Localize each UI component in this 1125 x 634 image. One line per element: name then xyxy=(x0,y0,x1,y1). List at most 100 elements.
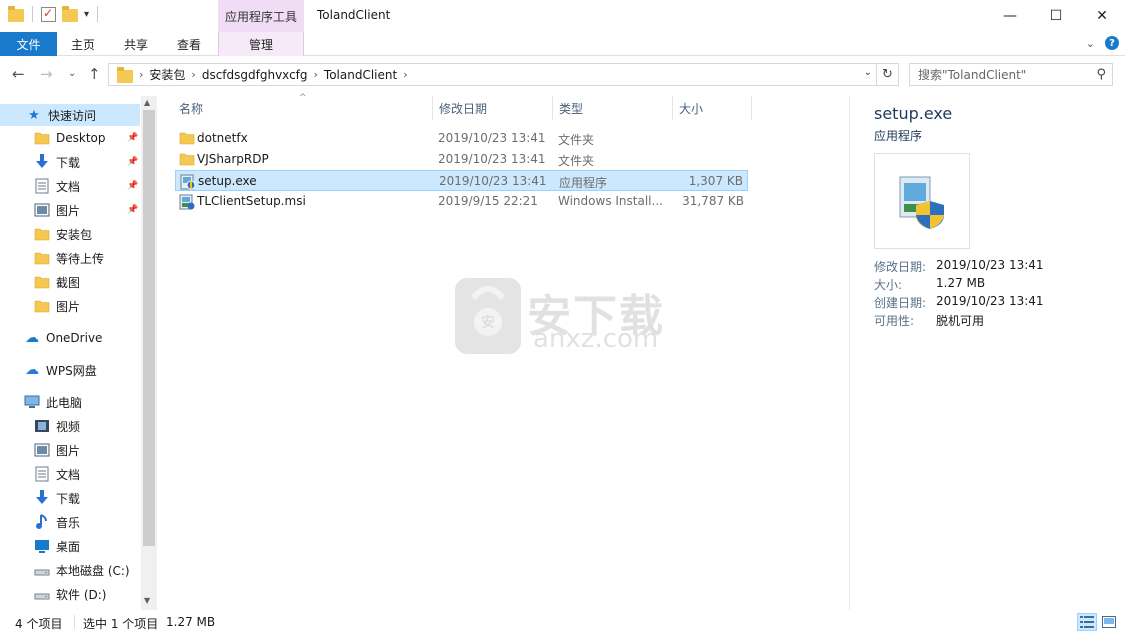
status-bar: 4 个项目 选中 1 个项目 1.27 MB xyxy=(0,610,1125,634)
nav-pc-item[interactable]: 音乐 xyxy=(0,511,140,533)
column-header-type[interactable]: 类型 xyxy=(551,96,672,120)
property-value: 2019/10/23 13:41 xyxy=(936,294,1044,308)
quick-access-toolbar: ▾ xyxy=(8,6,100,22)
nav-pc-item[interactable]: 桌面 xyxy=(0,535,140,557)
refresh-icon[interactable]: ↻ xyxy=(876,64,898,85)
nav-label: 下载 xyxy=(56,155,81,170)
breadcrumb-item[interactable]: TolandClient xyxy=(324,68,397,82)
nav-label: 此电脑 xyxy=(46,395,83,410)
forward-icon[interactable]: → xyxy=(40,65,53,83)
close-button[interactable]: ✕ xyxy=(1079,0,1125,32)
tab-home[interactable]: 主页 xyxy=(62,32,104,56)
back-icon[interactable]: ← xyxy=(12,65,25,83)
breadcrumb-item[interactable]: dscfdsgdfghvxcfg xyxy=(202,68,308,82)
scroll-thumb[interactable] xyxy=(143,110,155,546)
property-label: 大小: xyxy=(874,278,903,292)
search-icon[interactable]: ⚲ xyxy=(1096,67,1106,82)
property-label: 修改日期: xyxy=(874,260,927,274)
address-bar[interactable]: › 安装包 › dscfdsgdfghvxcfg › TolandClient … xyxy=(108,63,899,86)
nav-pc-item[interactable]: 本地磁盘 (C:) xyxy=(0,559,140,581)
property-value: 1.27 MB xyxy=(936,276,986,290)
file-name: TLClientSetup.msi xyxy=(197,194,306,208)
file-row[interactable]: VJSharpRDP 2019/10/23 13:41 文件夹 xyxy=(175,149,748,170)
nav-pc-item[interactable]: 文档 xyxy=(0,463,140,485)
nav-this-pc[interactable]: 此电脑 xyxy=(0,391,140,413)
nav-label: WPS网盘 xyxy=(46,363,97,378)
pin-icon[interactable]: 📌 xyxy=(127,157,138,167)
scroll-up-icon[interactable]: ▲ xyxy=(144,98,150,107)
download-icon xyxy=(34,490,50,506)
help-icon[interactable]: ? xyxy=(1105,36,1119,50)
nav-label: 视频 xyxy=(56,419,81,434)
column-header-size[interactable]: 大小 xyxy=(671,96,751,120)
tab-file[interactable]: 文件 xyxy=(0,32,57,56)
nav-label: 文档 xyxy=(56,179,81,194)
column-header-name[interactable]: 名称 xyxy=(171,96,432,120)
pin-icon[interactable]: 📌 xyxy=(127,181,138,191)
maximize-button[interactable]: ☐ xyxy=(1033,0,1079,32)
file-name: setup.exe xyxy=(198,174,257,188)
nav-pc-item[interactable]: 下载 xyxy=(0,487,140,509)
nav-quick-item[interactable]: 文档 📌 xyxy=(0,175,140,197)
file-date: 2019/9/15 22:21 xyxy=(438,194,538,208)
file-row[interactable]: dotnetfx 2019/10/23 13:41 文件夹 xyxy=(175,128,748,149)
chevron-right-icon[interactable]: › xyxy=(139,68,143,81)
nav-scrollbar[interactable]: ▲ ▼ xyxy=(141,96,157,610)
pin-icon[interactable]: 📌 xyxy=(127,205,138,215)
nav-pc-item[interactable]: 视频 xyxy=(0,415,140,437)
nav-quick-item[interactable]: Desktop 📌 xyxy=(0,127,140,149)
msi-icon xyxy=(179,194,195,210)
nav-label: 快速访问 xyxy=(48,108,97,123)
nav-label: Desktop xyxy=(56,131,106,145)
address-dropdown-icon[interactable]: ⌄ xyxy=(864,67,872,78)
tab-view[interactable]: 查看 xyxy=(168,32,210,56)
tab-share[interactable]: 共享 xyxy=(116,32,156,56)
property-label: 创建日期: xyxy=(874,296,927,310)
folder-icon xyxy=(117,66,133,83)
up-icon[interactable]: ↑ xyxy=(88,65,101,83)
nav-quick-item[interactable]: 下载 📌 xyxy=(0,151,140,173)
large-icons-view-button[interactable] xyxy=(1099,613,1119,631)
nav-onedrive[interactable]: ☁ OneDrive xyxy=(0,327,140,349)
chevron-right-icon[interactable]: › xyxy=(191,68,195,81)
nav-quick-item[interactable]: 图片 📌 xyxy=(0,199,140,221)
new-folder-icon[interactable] xyxy=(62,6,78,22)
nav-quick-item[interactable]: 截图 xyxy=(0,271,140,293)
nav-pc-item[interactable]: 图片 xyxy=(0,439,140,461)
details-pane: setup.exe 应用程序 修改日期: 2019/10/23 13:41 大小: 1… xyxy=(849,96,1125,610)
large-icons-view-icon xyxy=(1102,616,1116,628)
breadcrumb-item[interactable]: 安装包 xyxy=(149,66,185,83)
scroll-down-icon[interactable]: ▼ xyxy=(144,596,150,605)
minimize-button[interactable]: — xyxy=(987,0,1033,32)
pin-icon[interactable]: 📌 xyxy=(127,133,138,143)
nav-label: 音乐 xyxy=(56,515,81,530)
folder-icon[interactable] xyxy=(8,6,24,22)
folder-icon xyxy=(34,274,50,290)
chevron-right-icon[interactable]: › xyxy=(314,68,318,81)
nav-quick-item[interactable]: 图片 xyxy=(0,295,140,317)
file-type: 文件夹 xyxy=(558,154,595,168)
nav-quick-item[interactable]: 等待上传 xyxy=(0,247,140,269)
column-header-date[interactable]: 修改日期 xyxy=(431,96,552,120)
chevron-right-icon[interactable]: › xyxy=(403,68,407,81)
details-view-button[interactable] xyxy=(1077,613,1097,631)
drive-icon xyxy=(34,586,50,602)
property-value: 脱机可用 xyxy=(936,314,985,328)
music-icon xyxy=(34,514,50,530)
properties-icon[interactable] xyxy=(41,6,56,22)
nav-quick-access[interactable]: ★ 快速访问 xyxy=(0,104,140,126)
search-input[interactable]: 搜索"TolandClient" ⚲ xyxy=(909,63,1113,86)
file-row[interactable]: setup.exe 2019/10/23 13:41 应用程序 1,307 KB xyxy=(175,170,748,191)
recent-locations-icon[interactable]: ⌄ xyxy=(68,68,76,79)
nav-label: OneDrive xyxy=(46,331,103,345)
file-date: 2019/10/23 13:41 xyxy=(438,152,546,166)
nav-pc-item[interactable]: 软件 (D:) xyxy=(0,583,140,605)
property-label: 可用性: xyxy=(874,314,915,328)
tab-manage[interactable]: 管理 xyxy=(218,32,304,56)
nav-wps-drive[interactable]: ☁ WPS网盘 xyxy=(0,359,140,381)
picture-icon xyxy=(34,202,50,218)
nav-quick-item[interactable]: 安装包 xyxy=(0,223,140,245)
file-row[interactable]: TLClientSetup.msi 2019/9/15 22:21 Windows … xyxy=(175,191,748,212)
customize-toolbar-icon[interactable]: ▾ xyxy=(84,9,89,20)
expand-ribbon-icon[interactable]: ⌄ xyxy=(1086,37,1095,50)
